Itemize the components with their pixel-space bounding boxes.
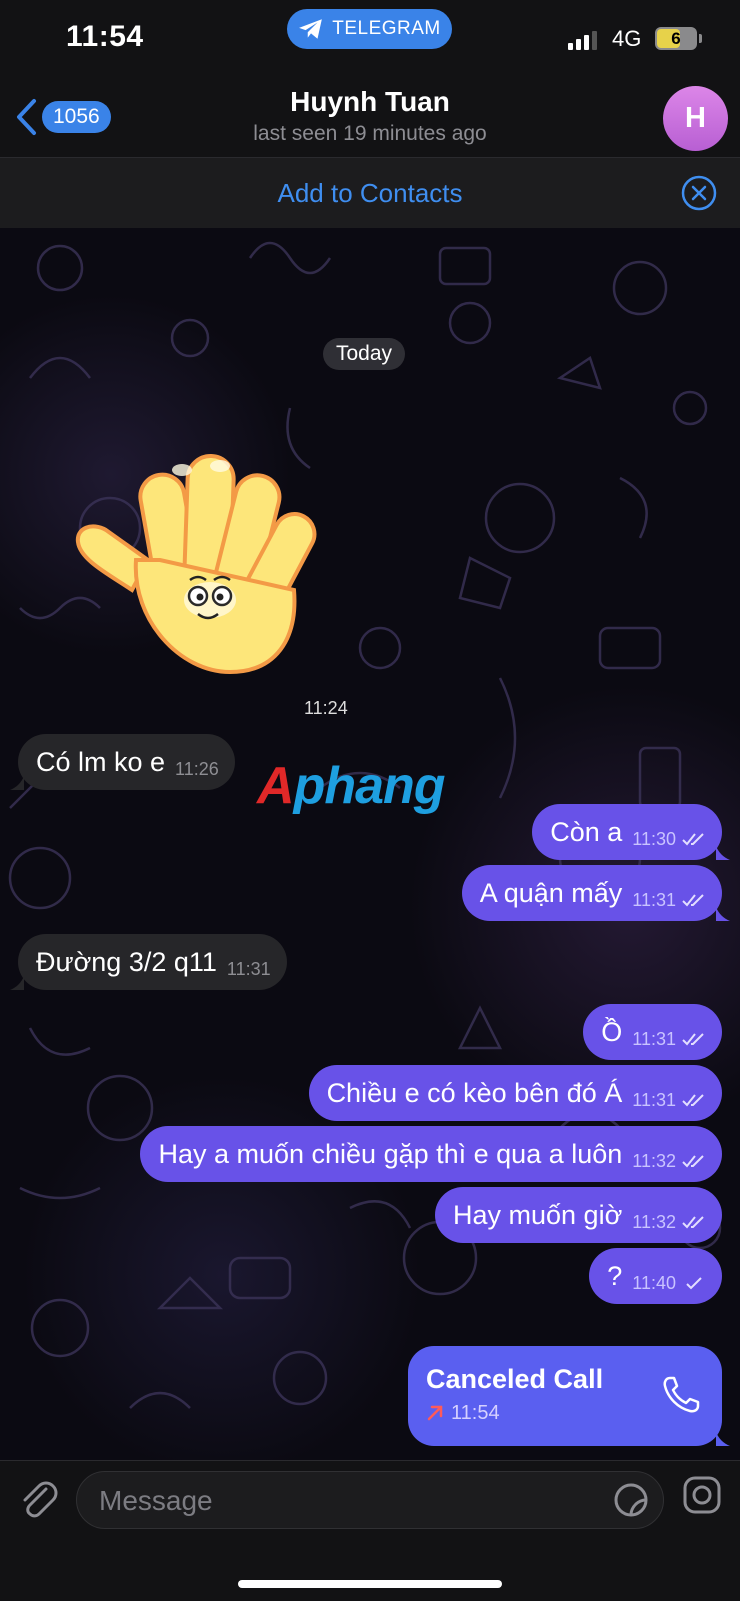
sticker-icon[interactable] [613, 1482, 649, 1518]
message-text: Đường 3/2 q11 [36, 946, 217, 977]
phone-icon[interactable] [660, 1374, 702, 1416]
message-bubble-outgoing[interactable]: Hay a muốn chiều gặp thì e qua a luôn 11… [140, 1126, 722, 1182]
battery-icon: 6 [655, 27, 697, 50]
telegram-icon [299, 19, 323, 39]
sticker-timestamp: 11:24 [304, 698, 348, 718]
message-bubble-incoming[interactable]: Có lm ko e 11:26 [10, 734, 235, 790]
message-bubble-outgoing[interactable]: Còn a 11:30 [532, 804, 730, 860]
app-pill-label: TELEGRAM [332, 18, 441, 39]
last-seen-status: last seen 19 minutes ago [253, 122, 487, 145]
read-ticks-icon [682, 833, 704, 846]
chat-title[interactable]: Huynh Tuan [0, 86, 740, 118]
home-indicator[interactable] [238, 1580, 502, 1588]
waving-hand-sticker[interactable] [70, 450, 320, 680]
add-contacts-bar: Add to Contacts [0, 158, 740, 228]
message-bubble-outgoing[interactable]: A quận mấy 11:31 [461, 865, 730, 921]
message-time: 11:31 [632, 1089, 676, 1110]
read-ticks-icon [682, 1155, 704, 1168]
read-ticks-icon [682, 1033, 704, 1046]
message-text: Hay a muốn chiều gặp thì e qua a luôn [158, 1138, 623, 1169]
message-time: 11:32 [632, 1211, 676, 1232]
message-time: 11:32 [632, 1150, 676, 1171]
read-ticks-icon [682, 1094, 704, 1107]
watermark-logo: Aphang [257, 757, 446, 815]
paperclip-icon[interactable] [16, 1477, 60, 1521]
message-text: Chiều e có kèo bên đó Á [326, 1077, 623, 1108]
chat-area[interactable]: Today 11:24 Aphang Có lm ko e 11:26 Còn … [0, 228, 740, 1460]
camera-icon[interactable] [682, 1475, 722, 1515]
close-icon[interactable] [681, 175, 717, 211]
sent-tick-icon [686, 1277, 702, 1290]
message-text: Hay muốn giờ [453, 1199, 623, 1230]
status-time: 11:54 [66, 20, 144, 53]
battery-cap [699, 34, 702, 43]
network-type: 4G [612, 26, 642, 51]
message-text: Còn a [550, 816, 623, 847]
message-bubble-outgoing[interactable]: Ồ 11:31 [583, 1004, 722, 1060]
message-bubble-outgoing[interactable]: Hay muốn giờ 11:32 [435, 1187, 722, 1243]
message-text: A quận mấy [479, 877, 623, 908]
call-time: 11:54 [451, 1402, 500, 1424]
message-bubble-incoming[interactable]: Đường 3/2 q11 11:31 [10, 934, 287, 990]
message-time: 11:26 [175, 758, 219, 779]
message-time: 11:31 [632, 1028, 676, 1049]
message-time: 11:31 [632, 889, 676, 910]
message-text: Ồ [601, 1016, 623, 1047]
read-ticks-icon [682, 1216, 704, 1229]
app-pill[interactable]: TELEGRAM [287, 9, 452, 49]
read-ticks-icon [682, 894, 704, 907]
date-separator: Today [323, 338, 406, 370]
call-status: Canceled Call [426, 1364, 604, 1394]
message-input[interactable]: Message [76, 1471, 664, 1529]
canceled-call-bubble[interactable]: Canceled Call 11:54 [408, 1346, 730, 1446]
outgoing-arrow-icon [427, 1405, 443, 1421]
message-time: 11:30 [632, 828, 676, 849]
message-bubble-outgoing[interactable]: Chiều e có kèo bên đó Á 11:31 [308, 1065, 722, 1121]
message-text: ? [607, 1260, 623, 1291]
battery-level: 6 [671, 29, 681, 48]
status-bar: 11:54 TELEGRAM 4G 6 [0, 0, 740, 76]
signal-icon [568, 31, 597, 50]
add-to-contacts-link[interactable]: Add to Contacts [0, 178, 740, 209]
message-time: 11:40 [632, 1272, 676, 1293]
message-bubble-outgoing[interactable]: ? 11:40 [589, 1248, 722, 1304]
avatar[interactable]: H [663, 86, 728, 151]
chat-header: 1056 Huynh Tuan last seen 19 minutes ago… [0, 76, 740, 158]
message-placeholder: Message [99, 1485, 213, 1516]
message-text: Có lm ko e [36, 746, 166, 777]
message-time: 11:31 [226, 958, 271, 979]
